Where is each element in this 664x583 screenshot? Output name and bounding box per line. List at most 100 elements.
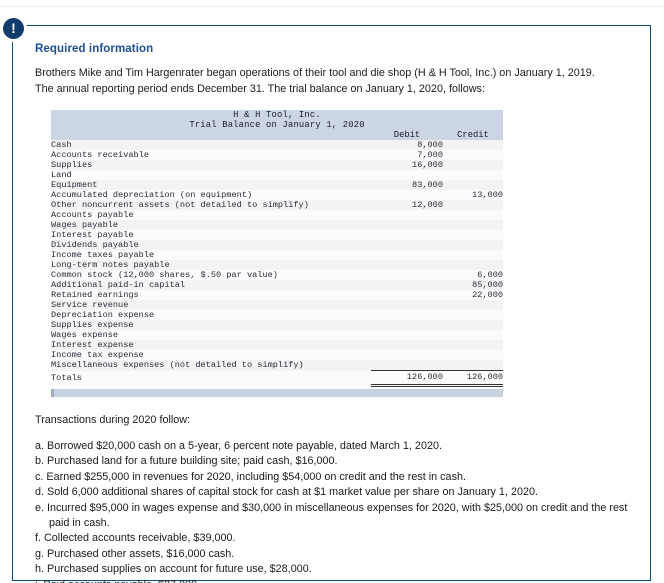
cell-account: Accounts payable (51, 210, 371, 220)
trial-balance-body: H & H Tool, Inc. Trial Balance on Januar… (51, 110, 504, 387)
table-row: Accounts receivable 7,000 (51, 150, 504, 160)
table-horizontal-scrollbar[interactable] (51, 388, 503, 397)
page-title: Required information (35, 43, 154, 55)
cell-debit (371, 240, 443, 250)
cell-credit (443, 140, 504, 150)
list-item: h. Purchased supplies on account for fut… (35, 563, 312, 576)
cell-debit (371, 270, 443, 280)
list-item: e. Incurred $95,000 in wages expense and… (35, 501, 628, 530)
cell-account: Miscellaneous expenses (not detailed to … (51, 360, 371, 371)
table-row: Common stock (12,000 shares, $.50 par va… (51, 270, 504, 280)
list-item: g. Purchased other assets, $16,000 cash. (35, 547, 235, 560)
table-row: Supplies 16,000 (51, 160, 504, 170)
list-item: i. Paid accounts payable, $27,000. (35, 578, 630, 583)
cell-debit: 7,000 (371, 150, 443, 160)
cell-debit (371, 300, 443, 310)
cell-account: Interest payable (51, 230, 371, 240)
cell-credit (443, 210, 504, 220)
cell-credit (443, 250, 504, 260)
cell-credit (443, 220, 504, 230)
table-row: Dividends payable (51, 240, 504, 250)
cell-debit: 83,000 (371, 180, 443, 190)
cell-debit: 8,000 (371, 140, 443, 150)
cell-credit: 22,000 (443, 290, 504, 300)
table-statement-name: Trial Balance on January 1, 2020 (51, 120, 504, 130)
cell-debit (371, 260, 443, 270)
cell-debit (371, 350, 443, 360)
cell-debit (371, 250, 443, 260)
cell-credit (443, 340, 504, 350)
cell-credit: 6,000 (443, 270, 504, 280)
cell-debit (371, 340, 443, 350)
scrollbar-thumb[interactable] (51, 389, 54, 397)
table-row: Retained earnings 22,000 (51, 290, 504, 300)
cell-debit (371, 170, 443, 180)
cell-account: Other noncurrent assets (not detailed to… (51, 200, 371, 210)
table-totals-row: Totals 126,000 126,000 (51, 370, 504, 387)
cell-debit (371, 360, 443, 371)
table-row: Other noncurrent assets (not detailed to… (51, 200, 504, 210)
table-row: Accounts payable (51, 210, 504, 220)
cell-account: Supplies expense (51, 320, 371, 330)
cell-debit (371, 220, 443, 230)
cell-account: Additional paid-in capital (51, 280, 371, 290)
cell-credit (443, 320, 504, 330)
cell-account: Depreciation expense (51, 310, 371, 320)
cell-account: Equipment (51, 180, 371, 190)
list-item: c. Earned $255,000 in revenues for 2020,… (35, 470, 466, 483)
cell-account: Accounts receivable (51, 150, 371, 160)
totals-credit: 126,000 (443, 370, 504, 387)
table-row: Equipment 83,000 (51, 180, 504, 190)
table-row: Additional paid-in capital 85,000 (51, 280, 504, 290)
cell-account: Dividends payable (51, 240, 371, 250)
screenshot-root: ! Required information Brothers Mike and… (0, 0, 664, 583)
cell-account: Interest expense (51, 340, 371, 350)
table-row: Income tax expense (51, 350, 504, 360)
cell-debit (371, 190, 443, 200)
table-title-row-statement: Trial Balance on January 1, 2020 (51, 120, 504, 130)
cell-account: Land (51, 170, 371, 180)
trial-balance-container: H & H Tool, Inc. Trial Balance on Januar… (51, 110, 504, 397)
transactions-heading: Transactions during 2020 follow: (35, 414, 191, 426)
table-row: Accumulated depreciation (on equipment) 1… (51, 190, 504, 200)
cell-credit (443, 200, 504, 210)
cell-debit (371, 310, 443, 320)
column-header-account (51, 130, 371, 140)
cell-credit (443, 180, 504, 190)
table-row: Interest expense (51, 340, 504, 350)
table-row: Wages payable (51, 220, 504, 230)
cell-account: Cash (51, 140, 371, 150)
cell-credit (443, 170, 504, 180)
exclamation-icon: ! (3, 18, 24, 39)
trial-balance-table: H & H Tool, Inc. Trial Balance on Januar… (51, 110, 504, 387)
cell-debit (371, 320, 443, 330)
table-title-row-company: H & H Tool, Inc. (51, 110, 504, 120)
table-row: Cash 8,000 (51, 140, 504, 150)
cell-debit: 12,000 (371, 200, 443, 210)
list-item: a. Borrowed $20,000 cash on a 5-year, 6 … (35, 440, 442, 452)
cell-debit (371, 210, 443, 220)
cell-account: Income taxes payable (51, 250, 371, 260)
table-column-header-row: Debit Credit (51, 130, 504, 140)
table-row: Supplies expense (51, 320, 504, 330)
cell-credit (443, 150, 504, 160)
cell-credit (443, 310, 504, 320)
cell-account: Supplies (51, 160, 371, 170)
cell-credit: 85,000 (443, 280, 504, 290)
intro-paragraph: Brothers Mike and Tim Hargenrater began … (35, 67, 595, 95)
cell-credit (443, 300, 504, 310)
transactions-list: a. Borrowed $20,000 cash on a 5-year, 6 … (35, 439, 630, 583)
cell-account: Long-term notes payable (51, 260, 371, 270)
cell-debit (371, 280, 443, 290)
cell-credit (443, 240, 504, 250)
cell-debit (371, 330, 443, 340)
cell-account: Income tax expense (51, 350, 371, 360)
table-row: Miscellaneous expenses (not detailed to … (51, 360, 504, 371)
cell-credit (443, 360, 504, 371)
table-row: Land (51, 170, 504, 180)
cell-credit (443, 260, 504, 270)
table-row: Depreciation expense (51, 310, 504, 320)
page-top-divider (0, 0, 664, 7)
list-item: b. Purchased land for a future building … (35, 455, 338, 468)
table-row: Wages expense (51, 330, 504, 340)
